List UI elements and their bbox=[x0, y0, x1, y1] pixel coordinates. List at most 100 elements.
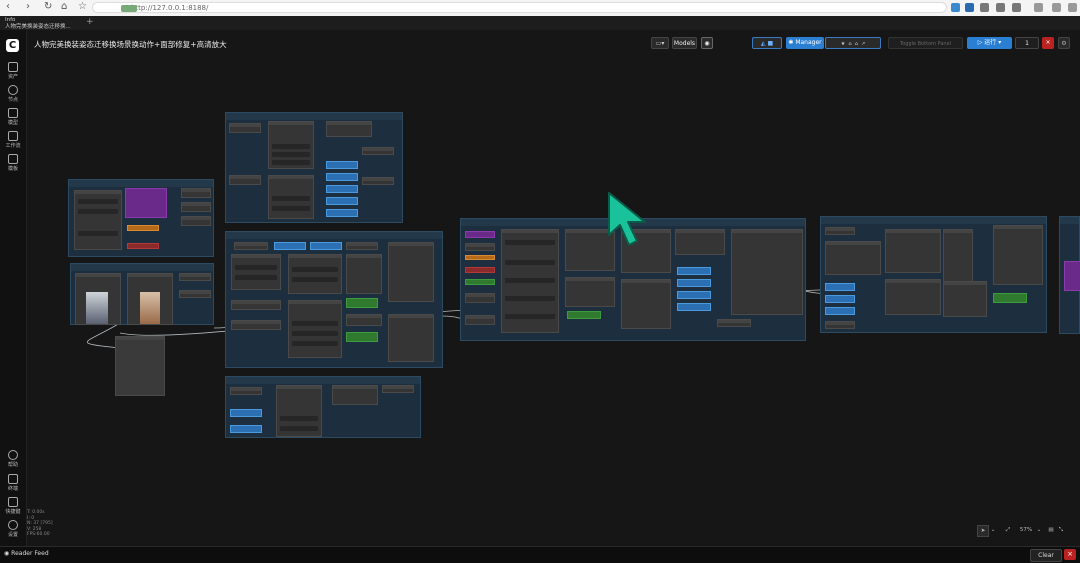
chevron-down-icon[interactable]: ⌄ bbox=[989, 525, 997, 535]
node[interactable] bbox=[731, 229, 803, 315]
home-icon[interactable]: ⌂ bbox=[61, 1, 67, 12]
node-group[interactable] bbox=[1059, 216, 1080, 334]
node-widget[interactable] bbox=[505, 296, 555, 301]
node[interactable] bbox=[274, 242, 306, 250]
node[interactable] bbox=[677, 291, 711, 299]
sidebar-item-nodes[interactable]: 节点 bbox=[0, 85, 26, 103]
node[interactable] bbox=[326, 197, 358, 205]
node[interactable] bbox=[465, 243, 495, 251]
node-widget[interactable] bbox=[292, 277, 338, 282]
node-group[interactable] bbox=[225, 376, 421, 438]
extension-icon[interactable] bbox=[1012, 3, 1021, 12]
node-widget[interactable] bbox=[280, 416, 318, 421]
cancel-run-button[interactable]: × bbox=[1042, 37, 1054, 49]
toggle-bottom-panel[interactable]: Toggle Bottom Panel bbox=[888, 37, 963, 49]
history-icon[interactable] bbox=[1052, 3, 1061, 12]
node[interactable] bbox=[230, 409, 262, 417]
sidebar-item-help[interactable]: 帮助 bbox=[0, 450, 26, 468]
chevron-down-icon[interactable]: ⌄ bbox=[1035, 525, 1043, 535]
node-widget[interactable] bbox=[272, 144, 310, 149]
select-tool-icon[interactable]: ➤ bbox=[977, 525, 989, 537]
workflow-title[interactable]: 人物完美换装姿态迁移换场景换动作+面部修复+高清放大 bbox=[34, 39, 227, 50]
node[interactable] bbox=[346, 254, 382, 294]
queue-count-input[interactable]: 1 bbox=[1015, 37, 1039, 49]
chevron-down-icon[interactable]: ▾ bbox=[208, 39, 211, 46]
node[interactable] bbox=[230, 425, 262, 433]
node[interactable] bbox=[326, 121, 372, 137]
node[interactable] bbox=[382, 385, 414, 393]
models-button[interactable]: Models bbox=[672, 37, 697, 49]
node[interactable] bbox=[501, 229, 559, 333]
sidebar-item-assets[interactable]: 资产 bbox=[0, 62, 26, 80]
node[interactable] bbox=[465, 315, 495, 325]
close-icon[interactable]: × bbox=[1064, 549, 1076, 560]
fit-view-icon[interactable]: ⤢ bbox=[1003, 525, 1013, 535]
node-widget[interactable] bbox=[292, 341, 338, 346]
node[interactable] bbox=[885, 229, 941, 273]
extension-icon[interactable] bbox=[1034, 3, 1043, 12]
menu-icon[interactable] bbox=[1068, 3, 1077, 12]
node[interactable] bbox=[268, 175, 314, 219]
node[interactable] bbox=[125, 188, 167, 218]
run-button[interactable]: ▷ 运行 ▾ bbox=[967, 37, 1012, 49]
canvas-mode-toggle[interactable]: ◭ ■ bbox=[752, 37, 782, 49]
node[interactable] bbox=[465, 293, 495, 303]
node[interactable] bbox=[179, 290, 211, 298]
node-canvas[interactable] bbox=[27, 58, 1080, 546]
node[interactable] bbox=[825, 295, 855, 303]
sidebar-item-templates[interactable]: 模板 bbox=[0, 154, 26, 172]
extension-icon[interactable] bbox=[980, 3, 989, 12]
node[interactable] bbox=[717, 319, 751, 327]
node[interactable] bbox=[326, 185, 358, 193]
node[interactable] bbox=[346, 242, 378, 250]
node[interactable] bbox=[288, 300, 342, 358]
forward-icon[interactable]: › bbox=[26, 1, 30, 12]
node[interactable] bbox=[388, 314, 434, 362]
sidebar-item-keybindings[interactable]: 快捷键 bbox=[0, 497, 26, 515]
zoom-level[interactable]: 57% bbox=[1017, 525, 1035, 535]
extension-icon[interactable] bbox=[996, 3, 1005, 12]
extension-icon[interactable] bbox=[951, 3, 960, 12]
node[interactable] bbox=[181, 216, 211, 226]
node[interactable] bbox=[567, 311, 601, 319]
tab-comfyui[interactable]: Info 人物完美换装姿态迁移换... bbox=[2, 16, 82, 30]
node[interactable] bbox=[346, 314, 382, 326]
node-widget[interactable] bbox=[505, 314, 555, 319]
node[interactable] bbox=[229, 123, 261, 133]
node[interactable] bbox=[268, 121, 314, 169]
node-widget[interactable] bbox=[292, 267, 338, 272]
node[interactable] bbox=[332, 385, 378, 405]
node-group[interactable] bbox=[225, 231, 443, 368]
node[interactable] bbox=[825, 307, 855, 315]
node-widget[interactable] bbox=[272, 206, 310, 211]
node[interactable] bbox=[326, 173, 358, 181]
node-group[interactable] bbox=[70, 263, 214, 325]
node[interactable] bbox=[346, 332, 378, 342]
node[interactable] bbox=[181, 202, 211, 212]
comfy-logo[interactable]: C bbox=[6, 39, 19, 52]
node[interactable] bbox=[825, 321, 855, 329]
node[interactable] bbox=[74, 190, 122, 250]
sidebar-item-workflows[interactable]: 工作流 bbox=[0, 131, 26, 149]
node[interactable] bbox=[229, 175, 261, 185]
extension-icon[interactable] bbox=[965, 3, 974, 12]
node-widget[interactable] bbox=[292, 321, 338, 326]
node[interactable] bbox=[677, 279, 711, 287]
node-widget[interactable] bbox=[235, 275, 277, 280]
node-widget[interactable] bbox=[280, 426, 318, 431]
node-widget[interactable] bbox=[505, 260, 555, 265]
node[interactable] bbox=[943, 229, 973, 289]
node[interactable] bbox=[993, 293, 1027, 303]
node[interactable] bbox=[276, 385, 322, 437]
reader-feed-label[interactable]: ◉ Reader Feed bbox=[4, 550, 49, 557]
minimap-icon[interactable]: ▤ bbox=[1047, 525, 1055, 535]
node[interactable] bbox=[565, 277, 615, 307]
node[interactable] bbox=[465, 255, 495, 260]
link-visibility-icon[interactable]: ⤡ bbox=[1057, 525, 1065, 535]
manager-tools[interactable]: ★ ⌂ ⌂ ↗ bbox=[825, 37, 881, 49]
node[interactable] bbox=[181, 188, 211, 198]
node[interactable] bbox=[465, 231, 495, 238]
node-group[interactable] bbox=[820, 216, 1047, 333]
node[interactable] bbox=[127, 225, 159, 231]
node-widget[interactable] bbox=[272, 152, 310, 157]
